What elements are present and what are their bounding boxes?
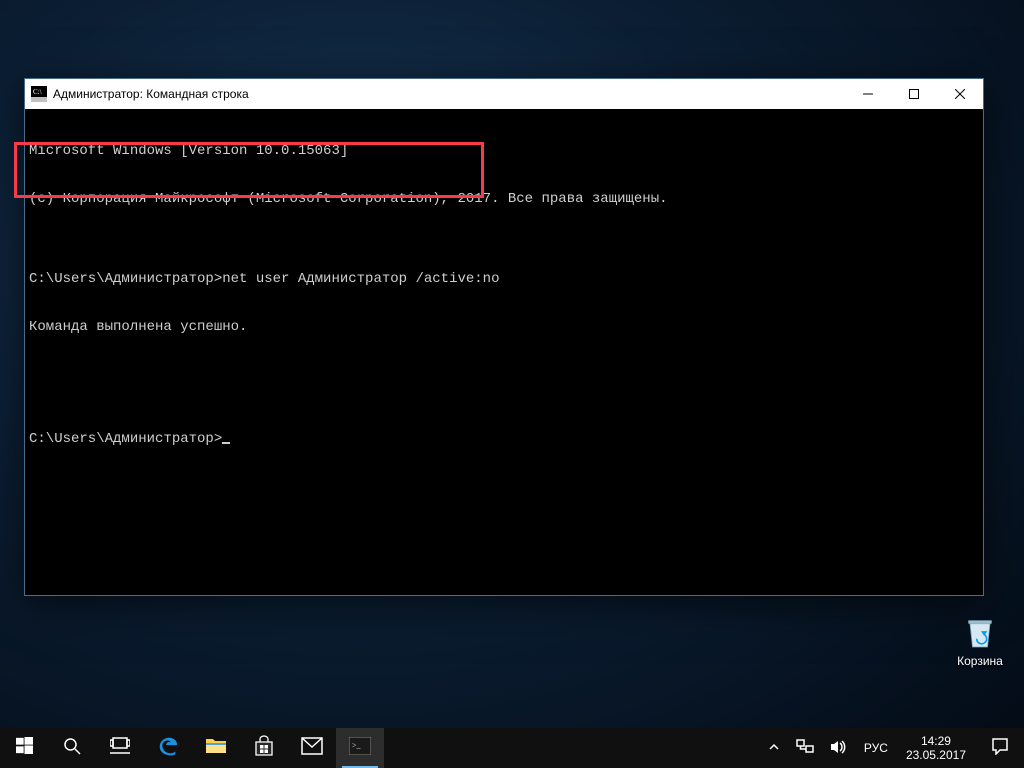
folder-icon [205,736,227,761]
svg-text:>_: >_ [352,741,362,750]
edge-icon [157,735,179,762]
cmd-window: C:\ Администратор: Командная строка Micr… [24,78,984,596]
file-explorer-button[interactable] [192,728,240,768]
tray-chevron[interactable] [760,728,788,768]
maximize-button[interactable] [891,79,937,109]
recycle-bin-label: Корзина [942,654,1018,668]
tray-network[interactable] [788,728,822,768]
titlebar[interactable]: C:\ Администратор: Командная строка [25,79,983,109]
volume-icon [830,739,848,758]
tray-language[interactable]: РУС [856,728,896,768]
chevron-up-icon [768,741,780,756]
window-title: Администратор: Командная строка [53,87,249,101]
terminal-line: Команда выполнена успешно. [29,319,979,335]
task-view-button[interactable] [96,728,144,768]
taskview-icon [110,737,130,760]
terminal-line: C:\Users\Администратор>net user Админист… [29,271,979,287]
terminal-line: (c) Корпорация Майкрософт (Microsoft Cor… [29,191,979,207]
notifications-button[interactable] [976,737,1024,760]
cmd-icon: C:\ [31,86,47,102]
clock-date: 23.05.2017 [906,748,966,762]
search-icon [62,736,82,761]
store-icon [253,735,275,762]
recycle-bin[interactable]: Корзина [942,612,1018,668]
svg-text:C:\: C:\ [33,88,42,96]
tray-clock[interactable]: 14:29 23.05.2017 [896,728,976,768]
terminal-line: Microsoft Windows [Version 10.0.15063] [29,143,979,159]
mail-button[interactable] [288,728,336,768]
cmd-icon: >_ [349,737,371,760]
tray-volume[interactable] [822,728,856,768]
search-button[interactable] [48,728,96,768]
recycle-bin-icon [942,612,1018,652]
taskbar: >_ РУС 14:29 23.05.2017 [0,728,1024,768]
store-button[interactable] [240,728,288,768]
notification-icon [991,737,1009,760]
minimize-button[interactable] [845,79,891,109]
cmd-taskbar-button[interactable]: >_ [336,728,384,768]
edge-button[interactable] [144,728,192,768]
start-button[interactable] [0,728,48,768]
clock-time: 14:29 [921,734,951,748]
cursor-icon [222,442,230,444]
mail-icon [301,737,323,760]
terminal-area[interactable]: Microsoft Windows [Version 10.0.15063] (… [25,109,983,595]
close-button[interactable] [937,79,983,109]
windows-icon [16,737,33,759]
terminal-prompt-line: C:\Users\Администратор> [29,431,979,447]
system-tray: РУС 14:29 23.05.2017 [760,728,1024,768]
network-icon [796,739,814,758]
